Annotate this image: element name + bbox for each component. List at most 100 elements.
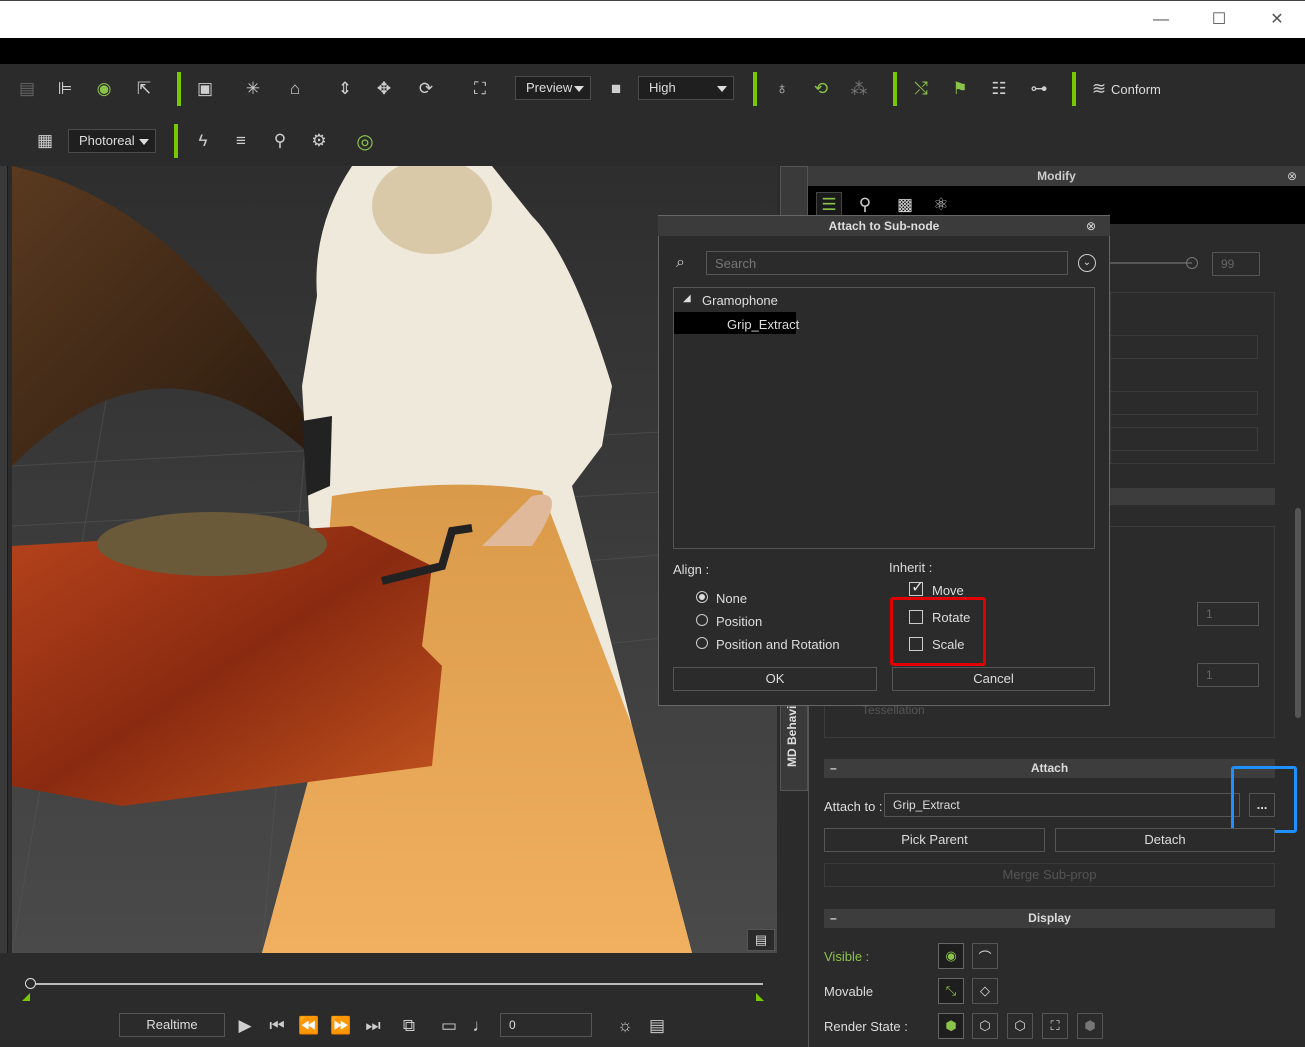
- slider-value-field[interactable]: 99: [1212, 252, 1260, 276]
- conform-label[interactable]: Conform: [1111, 82, 1161, 97]
- highlight-red-box: [890, 597, 986, 666]
- chat-icon[interactable]: ▤: [747, 929, 775, 951]
- skip-end-icon[interactable]: ⏭: [360, 1013, 386, 1039]
- align-none-label[interactable]: None: [716, 591, 747, 606]
- timeline-playhead[interactable]: [25, 978, 36, 989]
- render-hidden-icon[interactable]: ⬢: [1077, 1013, 1103, 1039]
- attach-to-field[interactable]: Grip_Extract: [884, 793, 1240, 817]
- flag-icon[interactable]: ⚑: [947, 76, 973, 102]
- light-icon[interactable]: ✳: [240, 76, 266, 102]
- align-tool-icon[interactable]: ⊫: [52, 76, 78, 102]
- subtitle-icon[interactable]: ▭: [436, 1013, 462, 1039]
- settings-sun-icon[interactable]: ☼: [612, 1013, 638, 1039]
- slider-handle[interactable]: [1186, 257, 1198, 269]
- minimize-button[interactable]: —: [1150, 9, 1172, 31]
- green-ring-icon[interactable]: ◎: [352, 128, 378, 154]
- group-icon[interactable]: ⁂: [846, 76, 872, 102]
- physics-icon[interactable]: ⟲: [808, 76, 834, 102]
- gizmo-icon[interactable]: ♁: [769, 76, 795, 102]
- render-solid-icon[interactable]: ⬢: [938, 1013, 964, 1039]
- close-icon[interactable]: ⊗: [1287, 166, 1297, 186]
- realtime-button[interactable]: Realtime: [119, 1013, 225, 1037]
- export-icon[interactable]: ⇱: [131, 76, 157, 102]
- render-box-icon[interactable]: ⬡: [972, 1013, 998, 1039]
- align-position-rotation-radio[interactable]: [696, 637, 708, 649]
- align-position-radio[interactable]: [696, 614, 708, 626]
- visible-label: Visible :: [824, 949, 870, 964]
- skip-start-icon[interactable]: ⏮: [264, 1013, 290, 1039]
- camera-icon[interactable]: ■: [603, 76, 629, 102]
- detach-button[interactable]: Detach: [1055, 828, 1275, 852]
- frame-input[interactable]: 0: [500, 1013, 592, 1037]
- fast-forward-icon[interactable]: ⏩: [328, 1013, 354, 1039]
- tree-item-grip-extract[interactable]: Grip_Extract: [727, 317, 799, 332]
- close-button[interactable]: ✕: [1266, 9, 1288, 31]
- calendar-icon[interactable]: ▦: [32, 128, 58, 154]
- align-left-icon[interactable]: ▤: [14, 76, 40, 102]
- spin-field-2[interactable]: 1: [1197, 663, 1259, 687]
- modify-title: Modify: [1037, 169, 1076, 183]
- loop-icon[interactable]: ⧉: [396, 1013, 422, 1039]
- rewind-icon[interactable]: ⏪: [296, 1013, 322, 1039]
- render-wire-icon[interactable]: ⬡: [1007, 1013, 1033, 1039]
- toolbar-separator: [174, 124, 178, 158]
- panel-scrollbar[interactable]: [1295, 508, 1301, 718]
- align-position-rotation-label[interactable]: Position and Rotation: [716, 637, 840, 652]
- cancel-button[interactable]: Cancel: [892, 667, 1095, 691]
- gear-tool-icon[interactable]: ⚙: [306, 128, 332, 154]
- align-position-label[interactable]: Position: [716, 614, 762, 629]
- link-icon[interactable]: ⊶: [1026, 76, 1052, 102]
- move-view-icon[interactable]: ✥: [371, 76, 397, 102]
- frame-selected-icon[interactable]: ⛶: [467, 76, 493, 102]
- render-mode-dropdown[interactable]: Photoreal: [68, 129, 156, 153]
- timeline-panel-icon[interactable]: ▤: [644, 1013, 670, 1039]
- align-none-radio[interactable]: [696, 591, 708, 603]
- render-state-label: Render State :: [824, 1019, 908, 1034]
- checklist-icon[interactable]: ☷: [986, 76, 1012, 102]
- main-toolbar: ▤ ⊫ ◉ ⇱ ▣ ✳ ⌂ ⇕ ✥ ⟳ ⛶ Preview ■ High ♁ ⟲…: [0, 64, 1305, 114]
- visible-on-icon[interactable]: ◉: [938, 943, 964, 969]
- pick-parent-button[interactable]: Pick Parent: [824, 828, 1045, 852]
- home-camera-icon[interactable]: ⌂: [282, 76, 308, 102]
- inherit-move-label[interactable]: Move: [932, 583, 964, 598]
- collapse-icon[interactable]: –: [830, 759, 837, 778]
- slider-track[interactable]: [1110, 262, 1192, 264]
- left-dock-strip: [0, 166, 8, 953]
- eye-icon[interactable]: ◉: [91, 76, 117, 102]
- motion-icon[interactable]: ⤭: [908, 76, 934, 102]
- attach-section-header[interactable]: – Attach: [824, 759, 1275, 778]
- play-icon[interactable]: ▶: [232, 1013, 258, 1039]
- search-options-icon[interactable]: ⌄: [1078, 254, 1096, 272]
- tree-item-gramophone[interactable]: Gramophone: [702, 293, 778, 308]
- fit-vertical-icon[interactable]: ⇕: [332, 76, 358, 102]
- movable-label: Movable: [824, 984, 874, 999]
- timeline-track[interactable]: [30, 983, 763, 985]
- search-input[interactable]: [706, 251, 1068, 275]
- movable-on-icon[interactable]: ⤡: [938, 978, 964, 1004]
- preview-dropdown[interactable]: Preview: [515, 76, 591, 100]
- window-layout-icon[interactable]: ▣: [192, 76, 218, 102]
- run-figure-icon[interactable]: ⚲: [267, 128, 293, 154]
- expand-triangle-icon[interactable]: ◢: [683, 293, 691, 304]
- movable-off-icon[interactable]: ◇: [972, 978, 998, 1004]
- highlight-blue-box: [1231, 766, 1297, 833]
- render-bounds-icon[interactable]: ⛶: [1042, 1013, 1068, 1039]
- visible-off-icon[interactable]: ⌒: [972, 943, 998, 969]
- rotate-view-icon[interactable]: ⟳: [413, 76, 439, 102]
- quality-dropdown[interactable]: High: [638, 76, 734, 100]
- music-note-icon[interactable]: ♩: [468, 1013, 494, 1039]
- list-align-icon[interactable]: ≡: [228, 128, 254, 154]
- checkmark-icon: ✓: [911, 579, 925, 596]
- dialog-close-icon[interactable]: ⊗: [1086, 216, 1096, 236]
- ok-button[interactable]: OK: [673, 667, 877, 691]
- conform-icon[interactable]: ≋: [1084, 76, 1114, 102]
- maximize-button[interactable]: ☐: [1208, 9, 1230, 31]
- display-section-header[interactable]: – Display: [824, 909, 1275, 928]
- lightning-icon[interactable]: ϟ: [190, 128, 216, 154]
- collapse-icon[interactable]: –: [830, 909, 837, 928]
- inherit-move-checkbox[interactable]: ✓: [909, 579, 924, 596]
- spin-field-1[interactable]: 1: [1197, 602, 1259, 626]
- start-marker-icon[interactable]: [22, 993, 30, 1001]
- merge-sub-prop-button[interactable]: Merge Sub-prop: [824, 863, 1275, 887]
- end-marker-icon[interactable]: [756, 993, 764, 1001]
